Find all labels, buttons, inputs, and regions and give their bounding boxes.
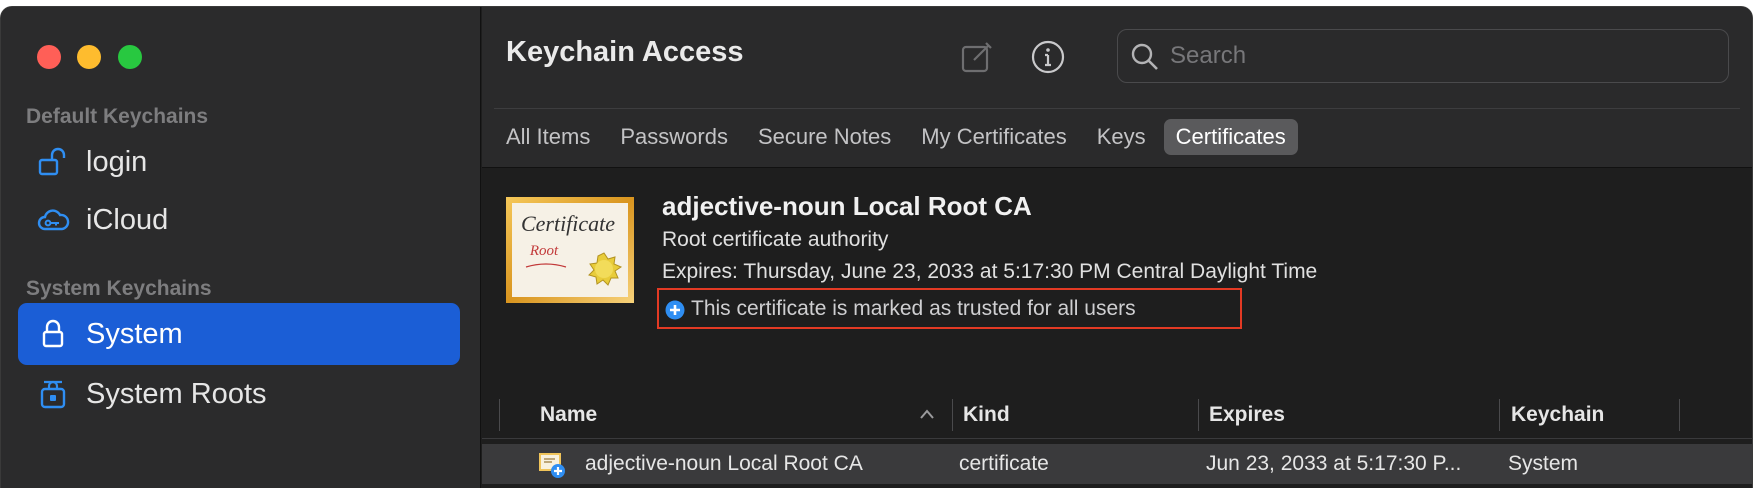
column-header-kind[interactable]: Kind [963, 391, 1010, 439]
cell-name: adjective-noun Local Root CA [585, 452, 863, 475]
column-header-expires[interactable]: Expires [1209, 391, 1285, 439]
tab-my-certificates[interactable]: My Certificates [909, 119, 1078, 155]
certificate-root-icon [539, 453, 565, 478]
sidebar: Default Keychains login iCloud System Ke… [1, 7, 481, 488]
cell-kind: certificate [959, 452, 1049, 475]
trust-status-highlight: This certificate is marked as trusted fo… [657, 288, 1242, 329]
sidebar-item-login[interactable]: login [18, 131, 460, 193]
column-separator[interactable] [1679, 399, 1680, 431]
cell-expires: Jun 23, 2033 at 5:17:30 P... [1206, 452, 1462, 475]
sidebar-item-label: System [86, 317, 183, 350]
column-separator[interactable] [1499, 399, 1500, 431]
section-label-default-keychains: Default Keychains [26, 105, 209, 128]
trusted-plus-icon [665, 300, 685, 320]
sidebar-item-icloud[interactable]: iCloud [18, 189, 460, 251]
search-input[interactable] [1170, 30, 1710, 82]
sidebar-item-label: System Roots [86, 377, 267, 410]
sidebar-item-label: iCloud [86, 203, 169, 236]
window-title: Keychain Access [506, 36, 744, 68]
padlock-icon [42, 319, 64, 348]
sidebar-item-system[interactable]: System [18, 303, 460, 365]
thumb-title: Certificate [521, 211, 615, 236]
column-separator[interactable] [1198, 399, 1199, 431]
padlock-cabinet-icon [40, 380, 66, 409]
column-separator [499, 399, 500, 431]
app-window: Default Keychains login iCloud System Ke… [0, 6, 1753, 488]
tab-all-items[interactable]: All Items [494, 119, 602, 155]
main-pane: Keychain Access Search All Items Passwor… [482, 7, 1752, 488]
trust-status-text: This certificate is marked as trusted fo… [691, 297, 1136, 320]
toolbar-divider [494, 108, 1740, 109]
tab-secure-notes[interactable]: Secure Notes [746, 119, 903, 155]
certificate-name: adjective-noun Local Root CA [662, 191, 1032, 221]
column-separator[interactable] [952, 399, 953, 431]
info-icon [1031, 40, 1065, 74]
tab-certificates[interactable]: Certificates [1163, 119, 1298, 155]
unlocked-padlock-icon [38, 147, 66, 176]
get-info-button[interactable] [1028, 37, 1068, 77]
search-field[interactable] [1117, 29, 1729, 83]
minimize-window-button[interactable] [77, 45, 101, 69]
toolbar: Keychain Access Search All Items Passwor… [482, 7, 1752, 168]
close-window-button[interactable] [37, 45, 61, 69]
table-header: Name Kind Expires Keychain [482, 391, 1752, 439]
column-header-keychain[interactable]: Keychain [1511, 391, 1604, 439]
sidebar-item-label: login [86, 145, 148, 178]
thumb-subtitle: Root [529, 243, 559, 259]
table-row[interactable]: adjective-noun Local Root CA certificate… [482, 444, 1752, 484]
cell-keychain: System [1508, 452, 1579, 475]
certificate-expiry: Expires: Thursday, June 23, 2033 at 5:17… [662, 260, 1318, 283]
certificate-type: Root certificate authority [662, 228, 889, 251]
chevron-up-icon[interactable] [919, 408, 935, 420]
sidebar-item-system-roots[interactable]: System Roots [18, 363, 460, 425]
zoom-window-button[interactable] [118, 45, 142, 69]
section-label-system-keychains: System Keychains [26, 277, 212, 300]
tab-keys[interactable]: Keys [1085, 119, 1158, 155]
new-item-button[interactable] [957, 37, 997, 77]
compose-icon [961, 42, 992, 73]
tab-passwords[interactable]: Passwords [608, 119, 740, 155]
column-header-name[interactable]: Name [540, 391, 597, 439]
category-tabs: All Items Passwords Secure Notes My Cert… [494, 119, 1298, 155]
cloud-key-icon [37, 209, 70, 231]
certificate-thumbnail-icon: Certificate Root [506, 197, 634, 303]
search-icon [1131, 43, 1158, 70]
